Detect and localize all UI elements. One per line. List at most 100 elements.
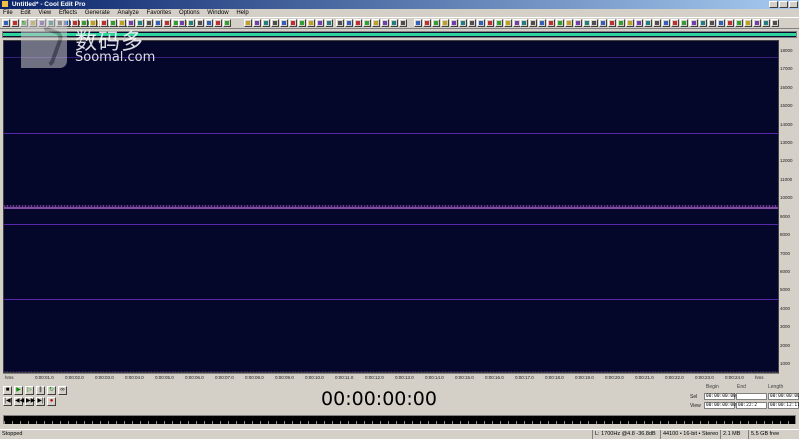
toolbar-button[interactable] (520, 19, 528, 27)
view-length-field[interactable]: 00:00:12:11 (768, 402, 799, 409)
go-to-start-button[interactable]: |◀ (3, 397, 12, 406)
toolbar-button[interactable] (653, 19, 661, 27)
toolbar-button[interactable] (662, 19, 670, 27)
menu-help[interactable]: Help (236, 10, 248, 16)
toolbar-button[interactable] (477, 19, 485, 27)
toolbar-button[interactable] (399, 19, 407, 27)
toolbar-button[interactable] (223, 19, 231, 27)
maximize-button[interactable] (779, 1, 788, 8)
toolbar-button[interactable] (504, 19, 512, 27)
toolbar-button[interactable] (280, 19, 288, 27)
toolbar-button[interactable] (187, 19, 195, 27)
toolbar-button[interactable] (372, 19, 380, 27)
toolbar-button[interactable] (196, 19, 204, 27)
toolbar-button[interactable] (11, 19, 19, 27)
menu-effects[interactable]: Effects (59, 10, 77, 16)
toolbar-button[interactable] (423, 19, 431, 27)
toolbar-button[interactable] (529, 19, 537, 27)
sel-length-field[interactable]: 00:00:00:00 (768, 393, 799, 400)
toolbar-button[interactable] (307, 19, 315, 27)
record-button[interactable]: ● (47, 397, 56, 406)
menu-window[interactable]: Window (207, 10, 228, 16)
toolbar-button[interactable] (735, 19, 743, 27)
toolbar-button[interactable] (262, 19, 270, 27)
toolbar-button[interactable] (214, 19, 222, 27)
level-meter[interactable] (3, 415, 796, 424)
go-to-end-button[interactable]: ▶| (36, 397, 45, 406)
toolbar-button[interactable] (459, 19, 467, 27)
toolbar-button[interactable] (771, 19, 779, 27)
spectral-view[interactable] (3, 40, 779, 373)
toolbar-button[interactable] (289, 19, 297, 27)
toolbar-button[interactable] (671, 19, 679, 27)
toolbar-button[interactable] (690, 19, 698, 27)
minimize-button[interactable] (769, 1, 778, 8)
toolbar-button[interactable] (2, 19, 10, 27)
time-tick-label: hms (5, 375, 14, 380)
rewind-button[interactable]: ◀◀ (14, 397, 24, 406)
toolbar-button-icon (374, 21, 378, 25)
toolbar-button[interactable] (363, 19, 371, 27)
toolbar-button[interactable] (635, 19, 643, 27)
menu-file[interactable]: File (3, 10, 13, 16)
pause-button[interactable]: ∥ (36, 386, 45, 395)
toolbar-button[interactable] (626, 19, 634, 27)
toolbar-button[interactable] (744, 19, 752, 27)
play-selection-button[interactable]: ∞ (58, 386, 67, 395)
toolbar-button[interactable] (708, 19, 716, 27)
toolbar-button[interactable] (538, 19, 546, 27)
play-button[interactable]: ▶ (14, 386, 23, 395)
toolbar-button[interactable] (244, 19, 252, 27)
menu-edit[interactable]: Edit (20, 10, 30, 16)
toolbar-button[interactable] (414, 19, 422, 27)
menu-options[interactable]: Options (179, 10, 200, 16)
toolbar-button[interactable] (599, 19, 607, 27)
play-to-end-button[interactable]: ▷ (25, 386, 34, 395)
toolbar-button[interactable] (253, 19, 261, 27)
toolbar-button[interactable] (699, 19, 707, 27)
toolbar-button[interactable] (617, 19, 625, 27)
toolbar-button[interactable] (468, 19, 476, 27)
toolbar-button[interactable] (590, 19, 598, 27)
toolbar-button[interactable] (574, 19, 582, 27)
fast-forward-button[interactable]: ▶▶ (25, 397, 35, 406)
toolbar-button[interactable] (556, 19, 564, 27)
toolbar-button[interactable] (565, 19, 573, 27)
toolbar-button[interactable] (753, 19, 761, 27)
toolbar-button[interactable] (441, 19, 449, 27)
menu-analyze[interactable]: Analyze (118, 10, 139, 16)
stop-button[interactable]: ■ (3, 386, 12, 395)
time-ruler[interactable]: hms 0:00:01.0 0:00:02.0 0:00:03.0 0:00:04.0 0… (3, 373, 779, 382)
toolbar-button[interactable] (547, 19, 555, 27)
toolbar-button[interactable] (644, 19, 652, 27)
toolbar-button[interactable] (336, 19, 344, 27)
toolbar-button[interactable] (432, 19, 440, 27)
toolbar-button[interactable] (390, 19, 398, 27)
toolbar-button[interactable] (345, 19, 353, 27)
toolbar-button[interactable] (450, 19, 458, 27)
toolbar-button[interactable] (486, 19, 494, 27)
toolbar-button[interactable] (298, 19, 306, 27)
toolbar-button[interactable] (726, 19, 734, 27)
toolbar-button[interactable] (680, 19, 688, 27)
toolbar-button[interactable] (762, 19, 770, 27)
loop-button[interactable]: ↻ (47, 386, 56, 395)
menu-view[interactable]: View (38, 10, 51, 16)
close-button[interactable] (789, 1, 798, 8)
menu-generate[interactable]: Generate (85, 10, 110, 16)
view-begin-field[interactable]: 00:00:00:00 (704, 402, 736, 409)
toolbar-button[interactable] (316, 19, 324, 27)
menu-favorites[interactable]: Favorites (147, 10, 172, 16)
view-end-field[interactable]: 00:22:2 (736, 402, 767, 409)
toolbar-button[interactable] (205, 19, 213, 27)
sel-end-field[interactable] (736, 393, 767, 400)
toolbar-button[interactable] (495, 19, 503, 27)
toolbar-button[interactable] (271, 19, 279, 27)
toolbar-button[interactable] (354, 19, 362, 27)
toolbar-button[interactable] (325, 19, 333, 27)
toolbar-button[interactable] (178, 19, 186, 27)
sel-begin-field[interactable]: 00:00:00:00 (704, 393, 736, 400)
toolbar-button[interactable] (381, 19, 389, 27)
toolbar-button[interactable] (717, 19, 725, 27)
toolbar-button[interactable] (608, 19, 616, 27)
